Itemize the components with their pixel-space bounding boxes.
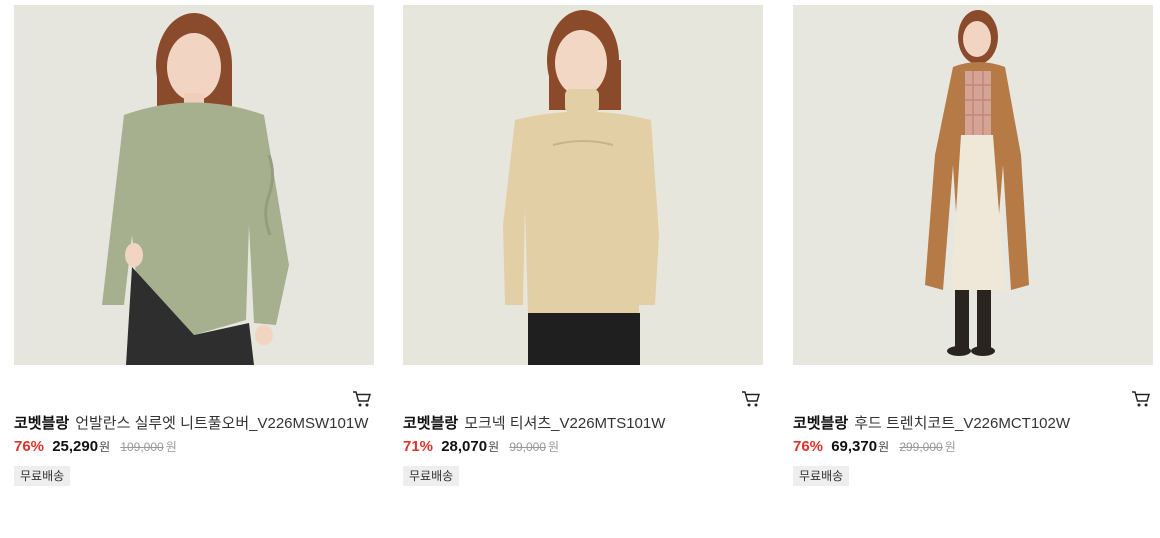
discount-rate: 76% [793,438,824,455]
currency-unit: 원 [99,440,111,454]
product-title[interactable]: 코벳블랑 언발란스 실루엣 니트풀오버_V226MSW101W [14,413,374,435]
sale-price: 69,370 [831,438,878,455]
price-row: 76% 25,290원 109,000 원 [14,436,374,458]
cart-icon[interactable] [352,389,372,409]
product-card[interactable]: 코벳블랑 언발란스 실루엣 니트풀오버_V226MSW101W 76% 25,29… [14,5,374,486]
product-title[interactable]: 코벳블랑 후드 트렌치코트_V226MCT102W [793,413,1153,435]
free-shipping-badge: 무료배송 [793,466,850,486]
cart-icon[interactable] [741,389,761,409]
sale-price: 25,290 [52,438,99,455]
product-title[interactable]: 코벳블랑 모크넥 티셔츠_V226MTS101W [403,413,763,435]
cart-row [793,365,1153,413]
product-card[interactable]: 코벳블랑 후드 트렌치코트_V226MCT102W 76% 69,370원 299… [793,5,1153,486]
product-card[interactable]: 코벳블랑 모크넥 티셔츠_V226MTS101W 71% 28,070원 99,0… [403,5,763,486]
cart-icon[interactable] [1131,389,1151,409]
product-brand: 코벳블랑 [403,415,459,432]
product-image[interactable] [793,5,1153,365]
product-brand: 코벳블랑 [14,415,70,432]
price-row: 71% 28,070원 99,000 원 [403,436,763,458]
original-price: 109,000 [120,440,164,454]
cart-row [403,365,763,413]
sale-price: 28,070 [441,438,488,455]
price-row: 76% 69,370원 299,000 원 [793,436,1153,458]
free-shipping-badge: 무료배송 [14,466,71,486]
product-name: 모크넥 티셔츠_V226MTS101W [464,415,666,432]
currency-unit: 원 [165,440,177,454]
currency-unit: 원 [548,440,560,454]
product-brand: 코벳블랑 [793,415,849,432]
original-price: 99,000 [509,440,547,454]
original-price: 299,000 [899,440,943,454]
free-shipping-badge: 무료배송 [403,466,460,486]
cart-row [14,365,374,413]
discount-rate: 71% [403,438,434,455]
discount-rate: 76% [14,438,45,455]
product-image[interactable] [403,5,763,365]
product-name: 후드 트렌치코트_V226MCT102W [854,415,1071,432]
currency-unit: 원 [878,440,890,454]
product-grid: 코벳블랑 언발란스 실루엣 니트풀오버_V226MSW101W 76% 25,29… [0,0,1160,538]
currency-unit: 원 [944,440,956,454]
product-image[interactable] [14,5,374,365]
currency-unit: 원 [488,440,500,454]
product-name: 언발란스 실루엣 니트풀오버_V226MSW101W [75,415,369,432]
